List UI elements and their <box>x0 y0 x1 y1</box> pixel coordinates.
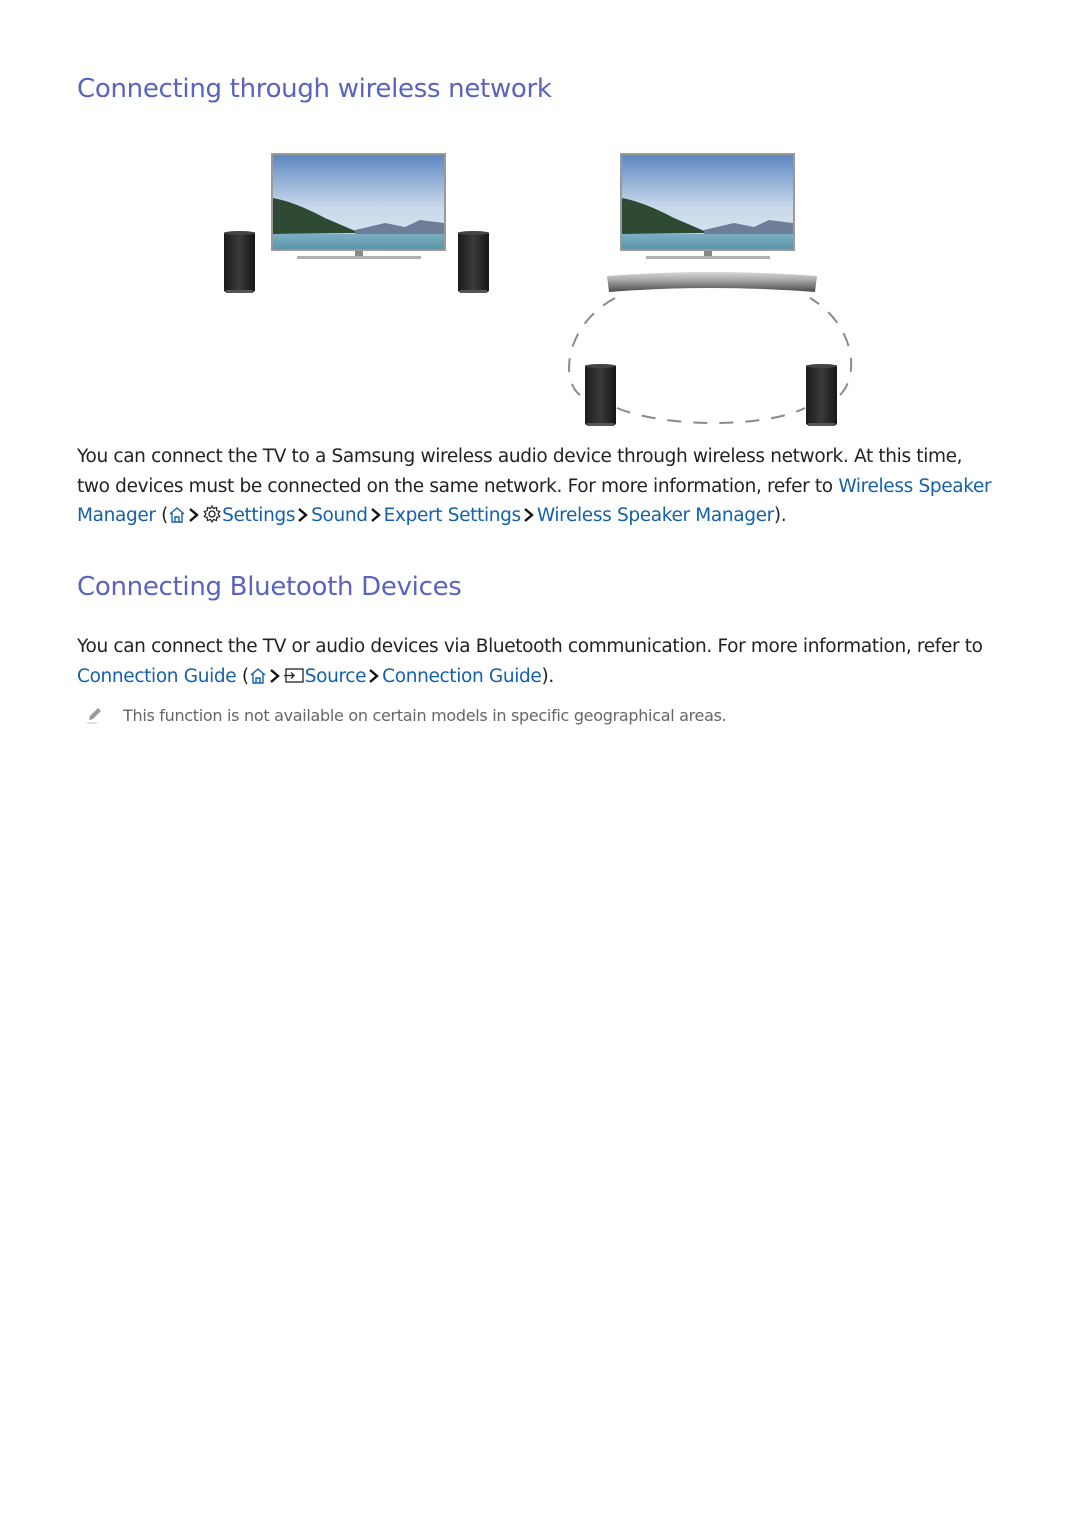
paren: ). <box>773 505 787 526</box>
figure-tv-soundbar-speakers <box>568 153 853 426</box>
chevron-right-icon <box>298 508 309 522</box>
speaker-left-icon <box>224 231 255 293</box>
note-text: This function is not available on certai… <box>123 706 727 725</box>
gear-icon <box>203 504 221 524</box>
paren: ). <box>541 665 554 687</box>
chevron-right-icon <box>370 508 381 522</box>
path-connection-guide[interactable]: Connection Guide <box>382 666 542 687</box>
home-icon <box>169 507 185 523</box>
body-text: You can connect the TV to a Samsung wire… <box>77 446 963 467</box>
body-text: two devices must be connected on the sam… <box>77 475 839 497</box>
speaker-right-icon <box>458 231 489 293</box>
figure-tv-speakers <box>224 153 489 293</box>
chevron-right-icon <box>189 508 199 522</box>
chevron-right-icon <box>524 508 534 522</box>
chevron-right-icon <box>369 668 380 683</box>
body-text: You can connect the TV or audio devices … <box>77 636 983 657</box>
home-icon <box>250 667 266 684</box>
path-sound[interactable]: Sound <box>311 505 368 526</box>
path-settings[interactable]: Settings <box>222 505 295 526</box>
link-connection-guide[interactable]: Connection Guide <box>77 666 237 687</box>
path-expert-settings[interactable]: Expert Settings <box>384 505 521 526</box>
wireless-description: You can connect the TV to a Samsung wire… <box>77 442 997 531</box>
tv-icon <box>620 153 795 259</box>
path-wireless-speaker-manager[interactable]: Wireless Speaker Manager <box>537 505 774 526</box>
bluetooth-description: You can connect the TV or audio devices … <box>77 632 997 691</box>
section-heading-wireless: Connecting through wireless network <box>77 74 552 104</box>
pencil-icon <box>87 708 101 724</box>
tv-icon <box>271 153 446 259</box>
link-wireless-speaker-manager-cont[interactable]: Manager <box>77 505 156 526</box>
source-icon <box>283 667 304 683</box>
soundbar-icon <box>607 272 817 292</box>
speaker-left-icon <box>585 364 616 426</box>
chevron-right-icon <box>269 668 280 683</box>
section-heading-bluetooth: Connecting Bluetooth Devices <box>77 572 462 602</box>
link-wireless-speaker-manager[interactable]: Wireless Speaker <box>838 476 991 497</box>
path-source[interactable]: Source <box>305 666 367 687</box>
paren: ( <box>155 505 169 526</box>
speaker-right-icon <box>806 364 837 426</box>
paren: ( <box>236 665 249 687</box>
